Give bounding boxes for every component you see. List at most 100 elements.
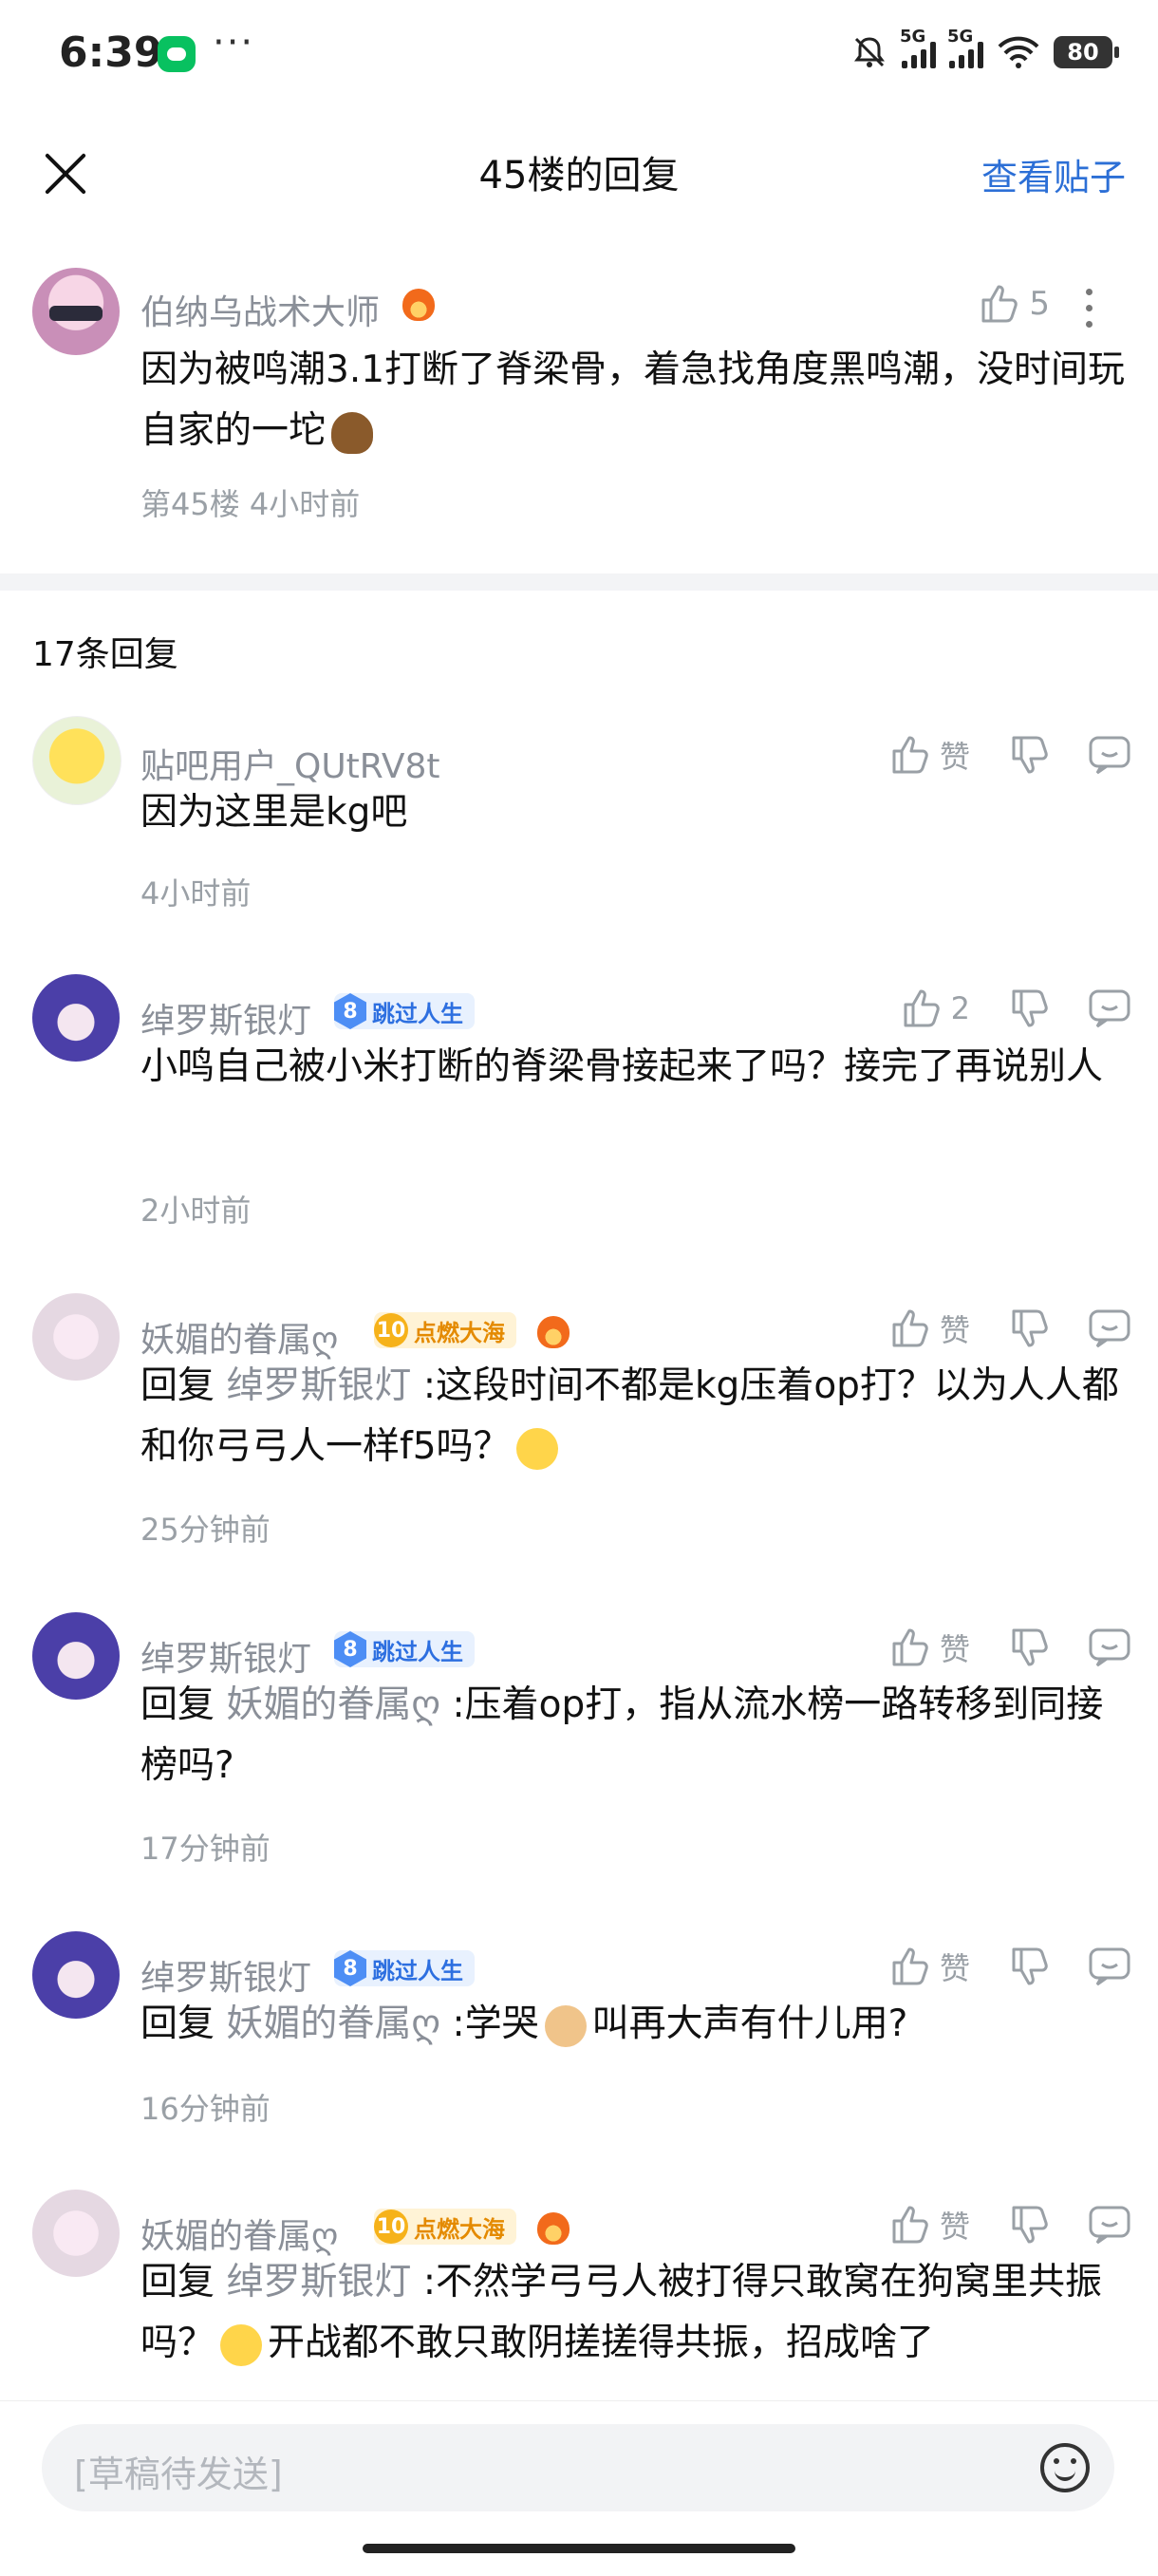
comment-button[interactable] bbox=[1088, 1307, 1131, 1349]
signal-1-label: 5G bbox=[900, 27, 926, 47]
author-name[interactable]: 妖媚的眷属ღ bbox=[140, 1312, 338, 1362]
reply-content: 回复 绰罗斯银灯 :这段时间不都是kg压着op打？以为人人都和你弓弓人一样f5吗… bbox=[140, 1356, 1128, 1477]
comment-button[interactable] bbox=[1088, 2204, 1131, 2246]
like-count: 5 bbox=[1029, 285, 1050, 323]
dislike-button[interactable] bbox=[1008, 987, 1050, 1029]
avatar[interactable] bbox=[32, 1293, 120, 1381]
status-time: 6:39 bbox=[59, 28, 163, 77]
battery-icon: 80 bbox=[1054, 36, 1119, 68]
badge-level: 10 bbox=[374, 2209, 408, 2244]
level-badge[interactable]: 8 跳过人生 bbox=[334, 1950, 475, 1986]
reply-item: 绰罗斯银灯 8 跳过人生 赞 回复 妖媚的眷属ღ :学哭 叫再大声有什儿用? 16分… bbox=[0, 1922, 1158, 2140]
thumbs-down-icon bbox=[1012, 2206, 1048, 2244]
like-label: 赞 bbox=[939, 1950, 970, 1986]
signal-2-label: 5G bbox=[947, 27, 974, 47]
like-count: 2 bbox=[950, 990, 970, 1026]
reply-item: 绰罗斯银灯 8 跳过人生 2 小鸣自己被小米打断的脊梁骨接起来了吗？接完了再说别人… bbox=[0, 965, 1158, 1240]
more-options-icon[interactable] bbox=[1084, 289, 1093, 336]
like-button[interactable]: 赞 bbox=[888, 733, 970, 777]
like-button[interactable]: 2 bbox=[900, 987, 970, 1029]
view-post-link[interactable]: 查看贴子 bbox=[981, 148, 1126, 200]
reply-to-user[interactable]: 妖媚的眷属ღ bbox=[226, 2003, 440, 2045]
avatar[interactable] bbox=[32, 268, 120, 355]
fire-icon bbox=[402, 289, 435, 321]
home-indicator[interactable] bbox=[363, 2544, 795, 2553]
poop-emoji bbox=[331, 411, 374, 454]
author-name[interactable]: 绰罗斯银灯 bbox=[140, 1950, 311, 2000]
status-icons: 5G 5G 80 bbox=[850, 27, 1119, 76]
reply-actions: 赞 bbox=[888, 733, 1131, 777]
post-meta: 第45楼 4小时前 bbox=[140, 486, 361, 522]
author-name[interactable]: 绰罗斯银灯 bbox=[140, 1631, 311, 1681]
signal-2-icon: 5G bbox=[947, 27, 983, 68]
comment-icon bbox=[1089, 736, 1130, 775]
comment-button[interactable] bbox=[1088, 987, 1131, 1029]
avatar[interactable] bbox=[32, 2190, 120, 2277]
reply-content: 因为这里是kg吧 bbox=[140, 791, 408, 834]
dislike-button[interactable] bbox=[1008, 1307, 1050, 1349]
thumbs-down-icon bbox=[1012, 1628, 1048, 1666]
app-header: 45楼的回复 查看贴子 bbox=[0, 123, 1158, 226]
author-name[interactable]: 贴吧用户_QUtRV8t bbox=[140, 739, 440, 788]
avatar[interactable] bbox=[32, 1612, 120, 1700]
dislike-button[interactable] bbox=[1008, 1626, 1050, 1668]
laughing-emoji bbox=[220, 2323, 263, 2366]
reply-actions: 赞 bbox=[888, 1307, 1131, 1350]
reply-item: 妖媚的眷属ღ 10 点燃大海 赞 回复 绰罗斯银灯 :不然学弓弓人被打得只敢窝在狗… bbox=[0, 2180, 1158, 2400]
reply-prefix: 回复 bbox=[140, 1683, 215, 1726]
thumbs-up-icon bbox=[892, 1628, 928, 1666]
author-name[interactable]: 伯纳乌战术大师 bbox=[140, 285, 380, 334]
badge-text: 跳过人生 bbox=[372, 1638, 463, 1665]
thumbs-down-icon bbox=[1012, 1309, 1048, 1347]
bell-muted-icon bbox=[854, 37, 885, 67]
badge-level: 10 bbox=[374, 1313, 408, 1347]
emoji-icon[interactable] bbox=[1040, 2443, 1090, 2492]
thumbs-down-icon bbox=[1012, 1947, 1048, 1985]
like-button[interactable]: 5 bbox=[978, 283, 1050, 325]
badge-text: 跳过人生 bbox=[372, 1000, 463, 1027]
author-name[interactable]: 绰罗斯银灯 bbox=[140, 993, 311, 1043]
dislike-button[interactable] bbox=[1008, 2204, 1050, 2246]
like-label: 赞 bbox=[939, 739, 970, 775]
like-label: 赞 bbox=[939, 2209, 970, 2245]
level-badge[interactable]: 10 点燃大海 bbox=[374, 2209, 516, 2245]
reply-prefix: 回复 bbox=[140, 2003, 215, 2045]
level-badge[interactable]: 10 点燃大海 bbox=[374, 1312, 516, 1348]
comment-icon bbox=[1089, 989, 1130, 1028]
avatar[interactable] bbox=[32, 1931, 120, 2019]
reply-time: 2小时前 bbox=[140, 1193, 252, 1229]
reply-prefix: 回复 bbox=[140, 2261, 215, 2303]
reply-item: 妖媚的眷属ღ 10 点燃大海 赞 回复 绰罗斯银灯 :这段时间不都是kg压着op打… bbox=[0, 1284, 1158, 1559]
like-button[interactable]: 赞 bbox=[888, 2203, 970, 2247]
reply-time: 4小时前 bbox=[140, 875, 252, 912]
dislike-button[interactable] bbox=[1008, 1946, 1050, 1987]
author-name[interactable]: 妖媚的眷属ღ bbox=[140, 2209, 338, 2258]
thumbs-down-icon bbox=[1012, 736, 1048, 774]
like-button[interactable]: 赞 bbox=[888, 1626, 970, 1669]
level-badge[interactable]: 8 跳过人生 bbox=[334, 993, 475, 1029]
section-divider bbox=[0, 573, 1158, 591]
reply-actions: 赞 bbox=[888, 1945, 1131, 1988]
reply-actions: 2 bbox=[900, 987, 1131, 1029]
badge-text: 跳过人生 bbox=[372, 1957, 463, 1984]
comment-button[interactable] bbox=[1088, 1626, 1131, 1668]
reply-content: 回复 妖媚的眷属ღ :学哭 叫再大声有什儿用? bbox=[140, 1994, 1128, 2055]
comment-icon bbox=[1089, 2206, 1130, 2245]
thumbs-up-icon bbox=[981, 285, 1018, 323]
reply-to-user[interactable]: 妖媚的眷属ღ bbox=[226, 1683, 440, 1726]
level-badge[interactable]: 8 跳过人生 bbox=[334, 1631, 475, 1667]
avatar[interactable] bbox=[32, 974, 120, 1062]
dislike-button[interactable] bbox=[1008, 734, 1050, 776]
like-button[interactable]: 赞 bbox=[888, 1307, 970, 1350]
fire-icon bbox=[537, 2212, 570, 2245]
reply-to-user[interactable]: 绰罗斯银灯 bbox=[226, 2261, 411, 2303]
comment-input-bar: [草稿待发送] bbox=[0, 2400, 1158, 2576]
reply-to-user[interactable]: 绰罗斯银灯 bbox=[226, 1364, 411, 1407]
comment-icon bbox=[1089, 1309, 1130, 1348]
avatar[interactable] bbox=[32, 716, 121, 805]
comment-button[interactable] bbox=[1088, 734, 1131, 776]
main-post: 伯纳乌战术大师 5 因为被鸣潮3.1打断了脊梁骨，着急找角度黑鸣潮，没时间玩自家… bbox=[0, 256, 1158, 570]
like-button[interactable]: 赞 bbox=[888, 1945, 970, 1988]
comment-input[interactable]: [草稿待发送] bbox=[42, 2424, 1114, 2511]
comment-button[interactable] bbox=[1088, 1946, 1131, 1987]
